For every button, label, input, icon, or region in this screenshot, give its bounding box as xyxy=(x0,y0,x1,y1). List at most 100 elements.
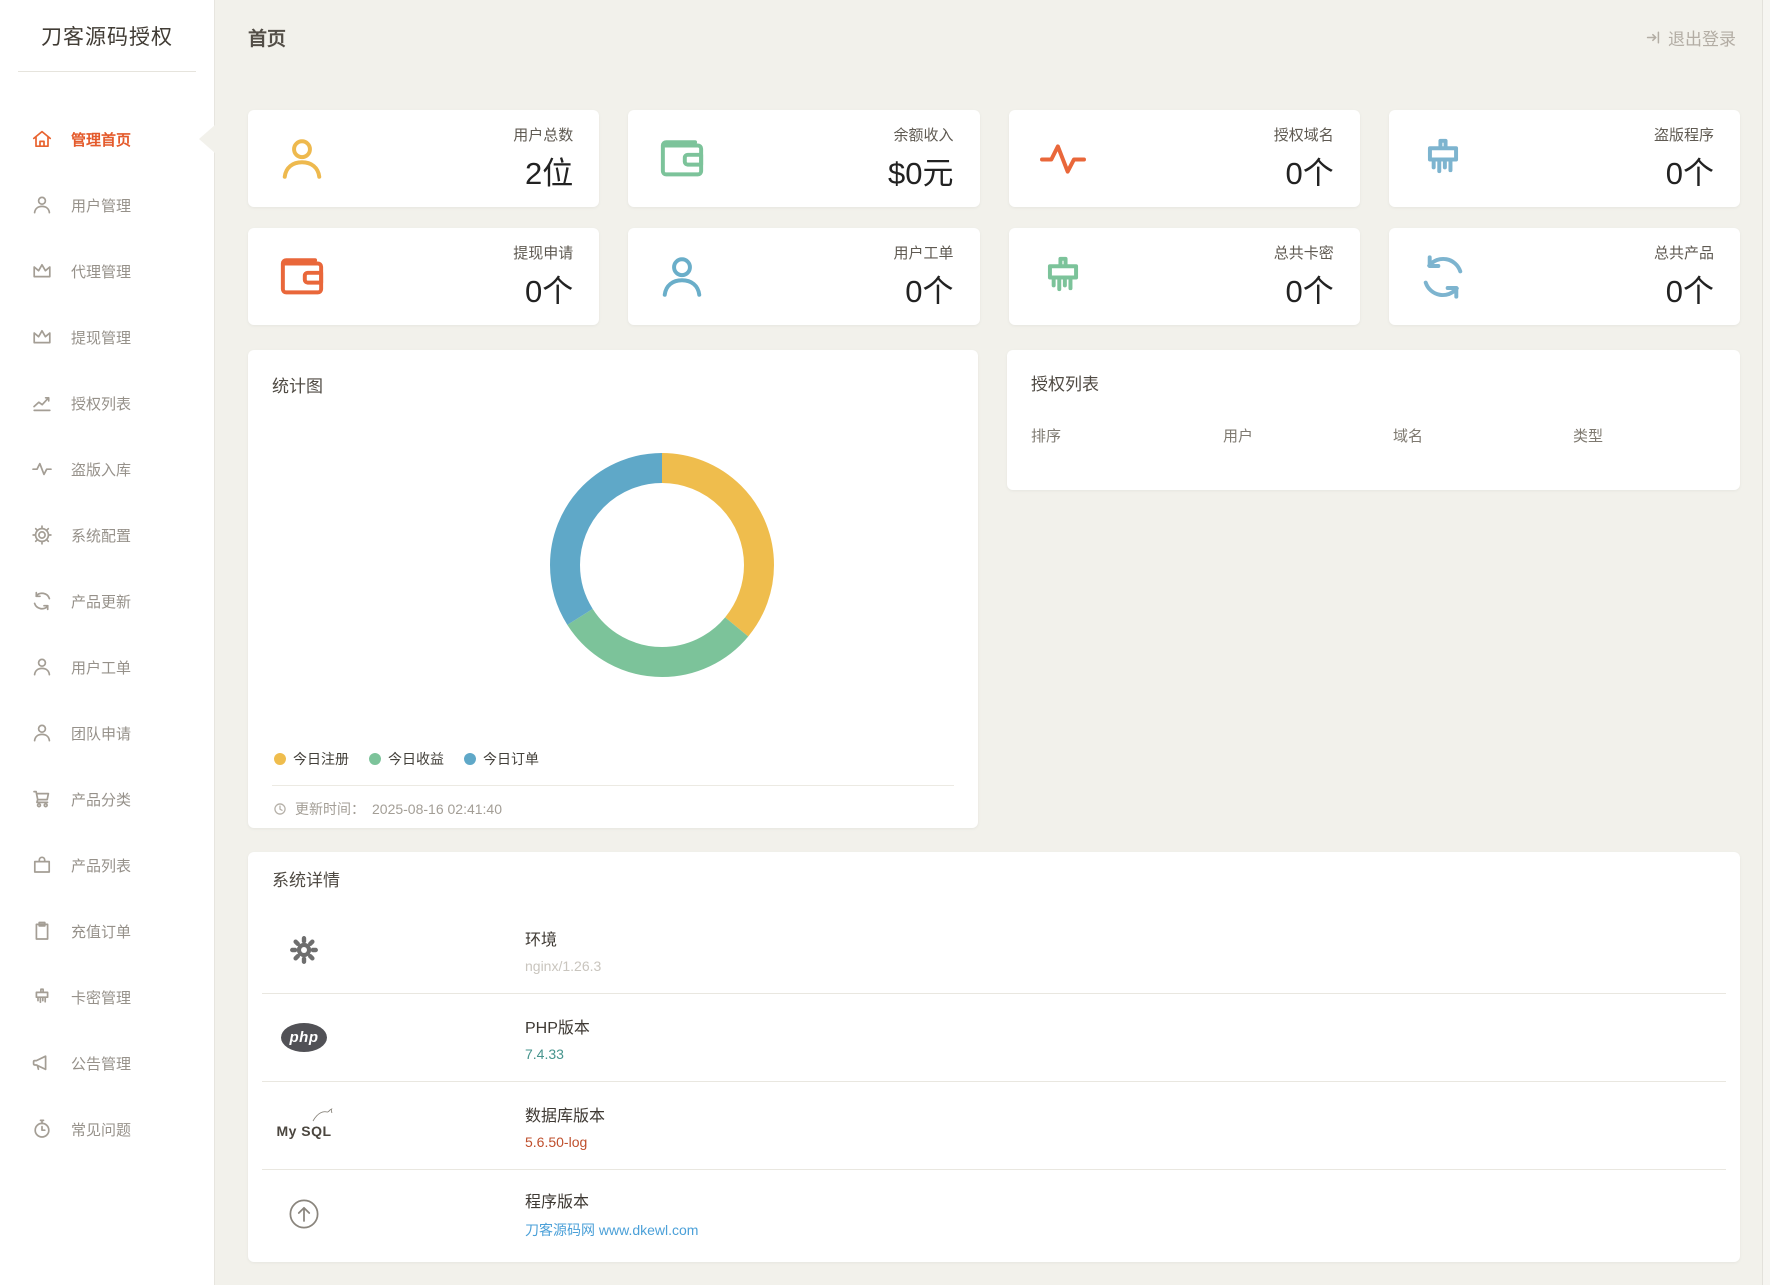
system-row-数据库版本: My SQL数据库版本5.6.50-log xyxy=(262,1082,1726,1170)
sidebar-item-公告管理[interactable]: 公告管理 xyxy=(0,1030,214,1096)
stat-card-value: 0个 xyxy=(893,266,953,311)
update-time-label: 更新时间： xyxy=(295,799,365,819)
chart-legend: 今日注册 今日收益 今日订单 xyxy=(272,749,954,769)
sidebar-item-提现管理[interactable]: 提现管理 xyxy=(0,304,214,370)
system-row-value: nginx/1.26.3 xyxy=(525,958,601,974)
auth-column-域名[interactable]: 域名 xyxy=(1393,425,1573,446)
stat-card-value: 0个 xyxy=(1274,266,1334,311)
sidebar-item-充值订单[interactable]: 充值订单 xyxy=(0,898,214,964)
sidebar-item-label: 产品分类 xyxy=(71,789,131,810)
stat-card-label: 用户总数 xyxy=(513,124,573,145)
bag-icon xyxy=(30,853,54,877)
legend-dot xyxy=(464,753,476,765)
system-row-label: 程序版本 xyxy=(525,1188,698,1212)
brush-icon xyxy=(1415,131,1471,187)
stat-card-value: 2位 xyxy=(513,148,573,193)
sidebar-item-盗版入库[interactable]: 盗版入库 xyxy=(0,436,214,502)
stat-card-盗版程序[interactable]: 盗版程序0个 xyxy=(1389,110,1740,207)
php-logo: php xyxy=(262,1023,346,1052)
sidebar-item-label: 代理管理 xyxy=(71,261,131,282)
user-icon xyxy=(30,655,54,679)
legend-item-今日收益[interactable]: 今日收益 xyxy=(369,749,444,769)
system-row-value[interactable]: 刀客源码网 www.dkewl.com xyxy=(525,1220,698,1240)
sidebar-item-label: 团队申请 xyxy=(71,723,131,744)
sidebar-item-label: 公告管理 xyxy=(71,1053,131,1074)
gear-solid-icon-box xyxy=(287,933,321,967)
page-title: 首页 xyxy=(248,24,286,51)
legend-item-今日注册[interactable]: 今日注册 xyxy=(274,749,349,769)
home-icon xyxy=(30,127,54,151)
megaphone-icon xyxy=(30,1051,54,1075)
gear-solid-icon xyxy=(262,933,346,967)
stat-card-总共产品[interactable]: 总共产品 0个 xyxy=(1389,228,1740,325)
stat-card-用户工单[interactable]: 用户工单0个 xyxy=(628,228,979,325)
stat-card-text: 用户工单0个 xyxy=(893,242,953,311)
user-icon xyxy=(30,721,54,745)
crown-icon xyxy=(30,325,54,349)
sidebar-item-授权列表[interactable]: 授权列表 xyxy=(0,370,214,436)
sidebar-item-团队申请[interactable]: 团队申请 xyxy=(0,700,214,766)
stat-card-余额收入[interactable]: 余额收入$0元 xyxy=(628,110,979,207)
auth-column-类型[interactable]: 类型 xyxy=(1573,425,1716,446)
stat-card-用户总数[interactable]: 用户总数 2位 xyxy=(248,110,599,207)
system-row-text: 数据库版本 5.6.50-log xyxy=(525,1102,605,1150)
sidebar-item-产品分类[interactable]: 产品分类 xyxy=(0,766,214,832)
system-rows: 环境nginx/1.26.3phpPHP版本7.4.33My SQL数据库版本5… xyxy=(248,906,1740,1258)
system-row-PHP版本: php PHP版本7.4.33 xyxy=(262,994,1726,1082)
scrollbar-track[interactable] xyxy=(1762,0,1770,1285)
sidebar-item-用户管理[interactable]: 用户管理 xyxy=(0,172,214,238)
stat-card-总共卡密[interactable]: 总共卡密0个 xyxy=(1009,228,1360,325)
sidebar-item-label: 盗版入库 xyxy=(71,459,131,480)
system-row-环境: 环境nginx/1.26.3 xyxy=(262,906,1726,994)
sidebar-item-用户工单[interactable]: 用户工单 xyxy=(0,634,214,700)
stat-card-value: 0个 xyxy=(1654,266,1714,311)
legend-label: 今日订单 xyxy=(483,749,539,769)
pulse-icon xyxy=(1035,131,1091,187)
stat-card-value: 0个 xyxy=(1654,148,1714,193)
stat-card-授权域名[interactable]: 授权域名0个 xyxy=(1009,110,1360,207)
legend-label: 今日收益 xyxy=(388,749,444,769)
sidebar-item-产品更新[interactable]: 产品更新 xyxy=(0,568,214,634)
gear-icon xyxy=(30,523,54,547)
wallet-icon xyxy=(654,131,710,187)
trend-chart-icon xyxy=(30,391,54,415)
system-row-text: PHP版本7.4.33 xyxy=(525,1014,590,1062)
stat-card-提现申请[interactable]: 提现申请0个 xyxy=(248,228,599,325)
wallet-icon xyxy=(274,249,330,305)
top-header: 首页 退出登录 xyxy=(215,0,1770,75)
refresh-icon xyxy=(1415,249,1471,305)
chart-update-footer: 更新时间： 2025-08-16 02:41:40 xyxy=(272,785,954,819)
stat-card-text: 余额收入$0元 xyxy=(888,124,953,193)
sidebar-item-管理首页[interactable]: 管理首页 xyxy=(0,106,214,172)
sidebar-item-卡密管理[interactable]: 卡密管理 xyxy=(0,964,214,1030)
sidebar-item-label: 提现管理 xyxy=(71,327,131,348)
sidebar-item-代理管理[interactable]: 代理管理 xyxy=(0,238,214,304)
system-row-label: 数据库版本 xyxy=(525,1102,605,1126)
auth-column-排序[interactable]: 排序 xyxy=(1031,425,1223,446)
sidebar-item-label: 充值订单 xyxy=(71,921,131,942)
sidebar-menu: 管理首页用户管理代理管理提现管理授权列表盗版入库系统配置产品更新用户工单团队申请… xyxy=(0,72,214,1162)
sidebar-item-label: 系统配置 xyxy=(71,525,131,546)
sidebar-item-系统配置[interactable]: 系统配置 xyxy=(0,502,214,568)
stat-card-label: 总共产品 xyxy=(1654,242,1714,263)
user-icon xyxy=(654,249,710,305)
arrow-up-circle-icon xyxy=(262,1195,346,1233)
logout-button[interactable]: 退出登录 xyxy=(1644,25,1736,50)
system-row-value: 5.6.50-log xyxy=(525,1134,605,1150)
sidebar-item-label: 产品列表 xyxy=(71,855,131,876)
user-icon xyxy=(30,193,54,217)
middle-row: 统计图 今日注册今日收益今日订单 更新时间： 2025-08-16 02:41:… xyxy=(248,350,1740,828)
stat-card-label: 余额收入 xyxy=(888,124,953,145)
system-details-title: 系统详情 xyxy=(248,866,1740,891)
auth-column-用户[interactable]: 用户 xyxy=(1223,425,1393,446)
stat-card-text: 总共产品 0个 xyxy=(1654,242,1714,311)
sidebar-item-常见问题[interactable]: 常见问题 xyxy=(0,1096,214,1162)
sidebar-item-label: 用户工单 xyxy=(71,657,131,678)
crown-icon xyxy=(30,259,54,283)
user-icon xyxy=(274,131,330,187)
legend-item-今日订单[interactable]: 今日订单 xyxy=(464,749,539,769)
statistics-chart-card: 统计图 今日注册今日收益今日订单 更新时间： 2025-08-16 02:41:… xyxy=(248,350,978,828)
pulse-icon xyxy=(30,457,54,481)
sidebar-item-label: 卡密管理 xyxy=(71,987,131,1008)
sidebar-item-产品列表[interactable]: 产品列表 xyxy=(0,832,214,898)
